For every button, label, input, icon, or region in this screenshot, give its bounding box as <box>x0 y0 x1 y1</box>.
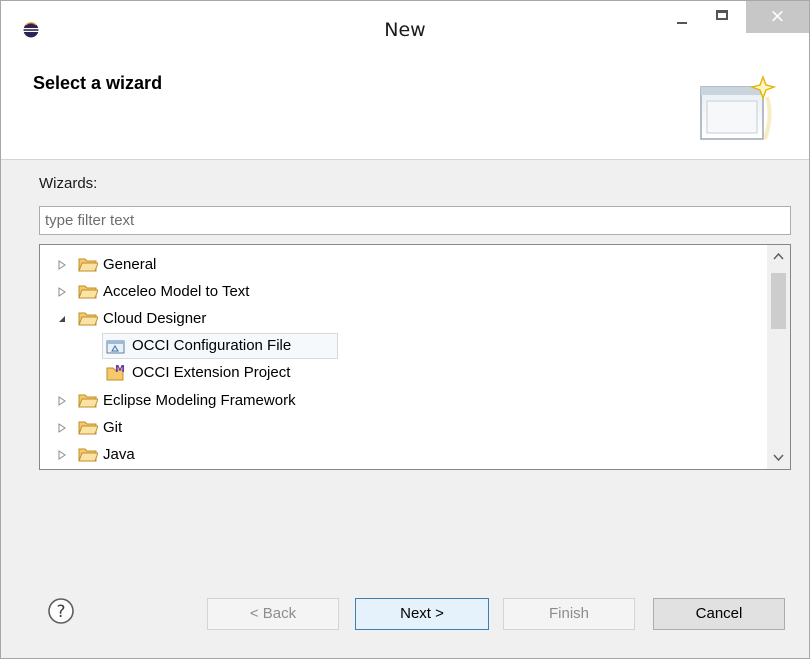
filter-input[interactable] <box>39 206 791 235</box>
svg-text:?: ? <box>56 602 65 622</box>
cancel-button[interactable]: Cancel <box>653 598 785 630</box>
tree-item-eclipse-modeling-framework[interactable]: Eclipse Modeling Framework <box>40 388 765 414</box>
vertical-scrollbar[interactable] <box>767 245 790 469</box>
next-button[interactable]: Next > <box>355 598 489 630</box>
svg-text:M: M <box>115 364 125 375</box>
finish-button[interactable]: Finish <box>503 598 635 630</box>
title-bar[interactable]: New × <box>1 1 809 63</box>
configuration-file-icon <box>106 340 125 354</box>
expand-icon[interactable] <box>57 260 67 270</box>
expand-icon[interactable] <box>57 287 67 297</box>
tree-item-occi-configuration-file[interactable]: OCCI Configuration File <box>40 333 765 359</box>
scrollbar-thumb[interactable] <box>771 273 786 329</box>
tree-item-occi-extension-project[interactable]: M OCCI Extension Project <box>40 360 765 386</box>
scroll-up-arrow-icon[interactable] <box>767 247 790 267</box>
tree-item-label: Cloud Designer <box>103 310 207 327</box>
tree-item-java[interactable]: Java <box>40 442 765 468</box>
folder-icon <box>78 258 98 272</box>
tree-item-label: Git <box>103 419 123 436</box>
scroll-down-arrow-icon[interactable] <box>767 447 790 467</box>
folder-icon <box>78 312 98 326</box>
collapse-icon[interactable] <box>57 314 67 324</box>
tree-item-cloud-designer[interactable]: Cloud Designer <box>40 306 765 332</box>
tree-item-label: OCCI Extension Project <box>132 364 291 381</box>
close-button[interactable]: × <box>746 1 809 33</box>
expand-icon[interactable] <box>57 396 67 406</box>
expand-icon[interactable] <box>57 450 67 460</box>
tree-item-label: Acceleo Model to Text <box>103 283 250 300</box>
wizard-banner: Select a wizard <box>1 63 809 160</box>
minimize-button[interactable] <box>662 1 702 33</box>
tree-item-git[interactable]: Git <box>40 415 765 441</box>
page-title: Select a wizard <box>33 73 163 93</box>
new-wizard-dialog: New × Select a wizard Wizards: type filt… <box>0 0 810 659</box>
tree-item-label: Java <box>103 446 135 463</box>
tree-item-general[interactable]: General <box>40 252 765 278</box>
wizard-banner-icon <box>700 75 777 140</box>
folder-icon <box>78 421 98 435</box>
tree-item-label: Eclipse Modeling Framework <box>103 392 296 409</box>
folder-icon <box>78 285 98 299</box>
extension-project-icon: M <box>106 364 125 381</box>
wizard-tree[interactable]: General Acceleo Model to Text Cloud Desi… <box>39 244 791 470</box>
tree-item-label: General <box>103 256 157 273</box>
wizards-label: Wizards: <box>39 175 98 192</box>
help-icon[interactable]: ? <box>47 597 75 625</box>
close-icon: × <box>769 5 786 27</box>
tree-item-acceleo[interactable]: Acceleo Model to Text <box>40 279 765 305</box>
folder-icon <box>78 448 98 462</box>
expand-icon[interactable] <box>57 423 67 433</box>
maximize-button[interactable] <box>704 1 744 33</box>
back-button[interactable]: < Back <box>207 598 339 630</box>
tree-item-label: OCCI Configuration File <box>132 337 292 354</box>
folder-icon <box>78 394 98 408</box>
